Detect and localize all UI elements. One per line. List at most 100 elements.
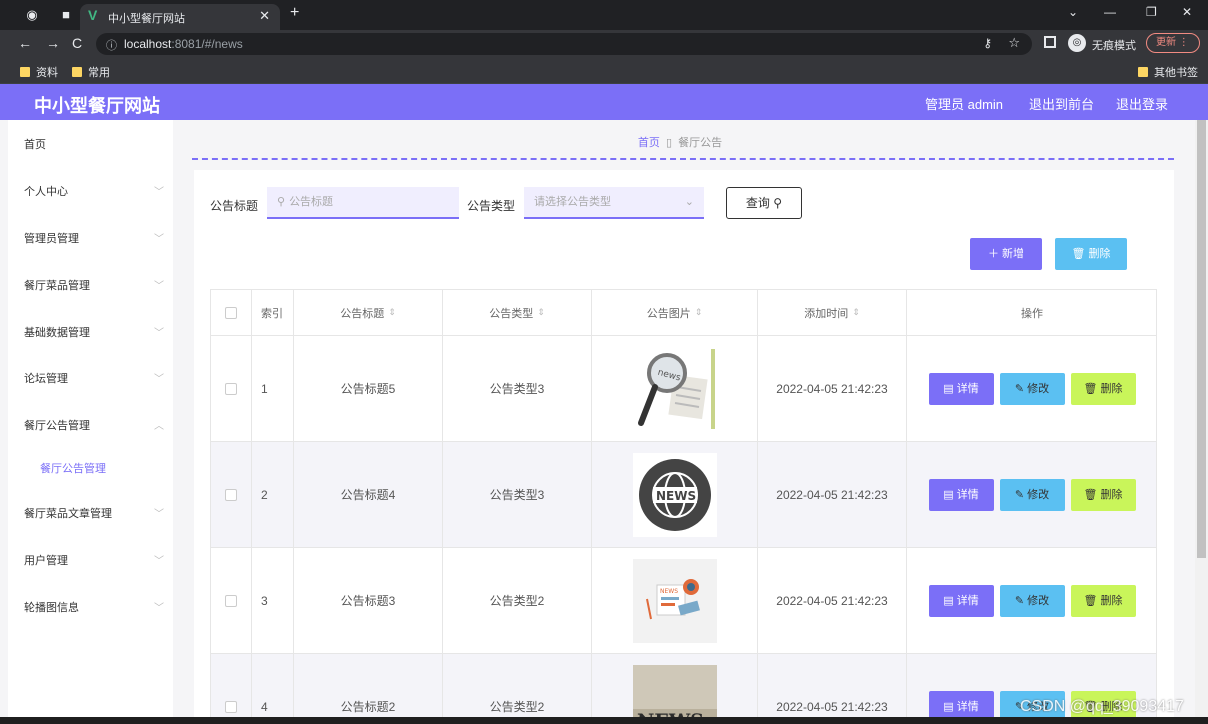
- vue-logo-icon: V: [88, 7, 98, 23]
- forward-icon[interactable]: →: [46, 35, 60, 51]
- update-button[interactable]: 更新 ⋮: [1146, 33, 1200, 53]
- header-image[interactable]: 公告图片 ⇕: [592, 290, 758, 335]
- chrome-menu-icon[interactable]: ◉: [22, 5, 42, 25]
- sidebar-item-basic-data[interactable]: 基础数据管理 ﹀: [24, 324, 164, 344]
- breadcrumb: 首页 ▯ 餐厅公告: [180, 134, 1180, 150]
- trash-icon: 🗑: [1083, 594, 1098, 607]
- type-select[interactable]: 请选择公告类型 ⌄: [524, 187, 704, 219]
- sort-icon: ⇕: [694, 307, 703, 317]
- type-filter-label: 公告类型: [467, 199, 516, 213]
- side-panel-icon[interactable]: [1044, 36, 1056, 48]
- row-title: 公告标题3: [294, 548, 443, 653]
- query-button[interactable]: 查询 ⚲: [726, 187, 802, 219]
- browser-tab[interactable]: V 中小型餐厅网站 ✕: [80, 4, 280, 30]
- watermark: CSDN @qq_39093417: [1020, 698, 1184, 715]
- close-window-icon[interactable]: ✕: [1182, 5, 1192, 19]
- table-row: 1 公告标题5 公告类型3 news 2022-04-05 21:42:23 ▤…: [211, 336, 1156, 442]
- edit-button[interactable]: ✎ 修改: [999, 372, 1065, 405]
- header-type[interactable]: 公告类型 ⇕: [443, 290, 592, 335]
- tab-close-icon[interactable]: ✕: [259, 8, 270, 24]
- bookmark-star-icon[interactable]: ☆: [1008, 35, 1020, 51]
- exit-to-front-link[interactable]: 退出到前台: [1029, 94, 1094, 113]
- bookmark-folder-1[interactable]: 资料: [20, 64, 58, 80]
- folder-icon: [72, 67, 82, 77]
- back-icon[interactable]: ←: [18, 35, 32, 51]
- minimize-icon[interactable]: —: [1104, 5, 1116, 19]
- svg-text:NEWS: NEWS: [656, 489, 696, 503]
- other-bookmarks[interactable]: 其他书签: [1138, 64, 1198, 80]
- scrollbar-thumb[interactable]: [1197, 120, 1206, 558]
- sidebar-item-forum[interactable]: 论坛管理 ﹀: [24, 370, 164, 390]
- add-button[interactable]: ＋ 新增: [970, 238, 1042, 270]
- row-index: 3: [252, 548, 294, 653]
- row-checkbox[interactable]: [225, 382, 237, 395]
- new-tab-icon[interactable]: +: [290, 4, 299, 22]
- header-title[interactable]: 公告标题 ⇕: [294, 290, 443, 335]
- batch-delete-button[interactable]: 🗑 删除: [1055, 238, 1127, 270]
- tab-list-icon[interactable]: ⌄: [1068, 5, 1078, 19]
- row-type: 公告类型2: [443, 548, 592, 653]
- address-bar[interactable]: ⓘ localhost:8081/#/news ⚷ ☆: [96, 33, 1032, 55]
- bookmarks-bar: 资料 常用 其他书签: [0, 58, 1208, 84]
- bookmark-folder-2[interactable]: 常用: [72, 64, 110, 80]
- title-filter-label: 公告标题: [210, 199, 259, 213]
- restore-icon[interactable]: ❐: [1146, 5, 1157, 19]
- password-key-icon[interactable]: ⚷: [983, 36, 992, 50]
- browser-tabstrip: ◉ ■ V 中小型餐厅网站 ✕ + ⌄ — ❐ ✕: [0, 0, 1208, 30]
- detail-button[interactable]: ▤ 详情: [928, 584, 994, 617]
- row-checkbox[interactable]: [225, 594, 237, 607]
- sidebar-item-dishes[interactable]: 餐厅菜品管理 ﹀: [24, 277, 164, 297]
- breadcrumb-home[interactable]: 首页: [638, 137, 660, 149]
- sidebar-subitem-notice-manage[interactable]: 餐厅公告管理: [40, 460, 106, 476]
- site-info-icon[interactable]: ⓘ: [106, 37, 117, 53]
- detail-button[interactable]: ▤ 详情: [928, 690, 994, 717]
- row-time: 2022-04-05 21:42:23: [758, 654, 907, 717]
- row-index: 4: [252, 654, 294, 717]
- title-search-input[interactable]: ⚲ 公告标题: [267, 187, 459, 219]
- select-all-checkbox[interactable]: [225, 306, 237, 319]
- detail-button[interactable]: ▤ 详情: [928, 372, 994, 405]
- trash-icon: 🗑: [1083, 382, 1098, 395]
- header-time[interactable]: 添加时间 ⇕: [758, 290, 907, 335]
- logout-link[interactable]: 退出登录: [1116, 94, 1168, 113]
- page-scrollbar[interactable]: [1195, 120, 1208, 717]
- chevron-down-icon: ﹀: [154, 509, 164, 520]
- row-time: 2022-04-05 21:42:23: [758, 336, 907, 441]
- sidebar-item-carousel[interactable]: 轮播图信息 ﹀: [24, 599, 164, 619]
- admin-user-label: 管理员 admin: [925, 97, 1004, 112]
- sidebar-item-dish-articles[interactable]: 餐厅菜品文章管理 ﹀: [24, 505, 164, 525]
- sidebar-item-admin[interactable]: 管理员管理 ﹀: [24, 230, 164, 250]
- notice-table: 索引 公告标题 ⇕ 公告类型 ⇕ 公告图片 ⇕ 添加时间 ⇕ 操作 1 公告标题5 公告…: [210, 289, 1157, 717]
- edit-button[interactable]: ✎ 修改: [999, 584, 1065, 617]
- chevron-up-icon: ︿: [154, 421, 164, 432]
- row-checkbox[interactable]: [225, 488, 237, 501]
- sidebar-item-users[interactable]: 用户管理 ﹀: [24, 552, 164, 572]
- sidebar-item-home[interactable]: 首页: [24, 136, 164, 156]
- row-checkbox[interactable]: [225, 700, 237, 713]
- delete-button[interactable]: 🗑 删除: [1070, 584, 1136, 617]
- document-icon: ▤: [943, 700, 954, 713]
- os-taskbar: [0, 717, 1208, 724]
- reload-icon[interactable]: C: [72, 35, 82, 51]
- table-row: 3 公告标题3 公告类型2 NEWS 2022-04-05 21:42:23 ▤…: [211, 548, 1156, 654]
- detail-button[interactable]: ▤ 详情: [928, 478, 994, 511]
- edit-button[interactable]: ✎ 修改: [999, 478, 1065, 511]
- row-image-cell: NEWS: [592, 548, 758, 653]
- url-text[interactable]: localhost:8081/#/news: [124, 37, 243, 51]
- pencil-icon: ✎: [1014, 488, 1025, 501]
- delete-button[interactable]: 🗑 删除: [1070, 372, 1136, 405]
- document-icon: ▤: [943, 594, 954, 607]
- tab-search-icon[interactable]: ■: [56, 5, 76, 25]
- update-label: 更新: [1156, 37, 1176, 48]
- sidebar-item-personal[interactable]: 个人中心 ﹀: [24, 183, 164, 203]
- sidebar-item-notices[interactable]: 餐厅公告管理 ︿: [24, 417, 164, 437]
- row-image-cell: NEWS: [592, 442, 758, 547]
- news-megaphone-image: NEWS: [632, 558, 717, 643]
- browser-toolbar: ← → C ⓘ localhost:8081/#/news ⚷ ☆ ◎ 无痕模式…: [0, 30, 1208, 58]
- sort-icon: ⇕: [537, 307, 545, 317]
- news-globe-image: NEWS: [632, 452, 717, 537]
- chevron-down-icon: ﹀: [154, 603, 164, 614]
- row-title: 公告标题4: [294, 442, 443, 547]
- chevron-down-icon: ﹀: [154, 374, 164, 385]
- delete-button[interactable]: 🗑 删除: [1070, 478, 1136, 511]
